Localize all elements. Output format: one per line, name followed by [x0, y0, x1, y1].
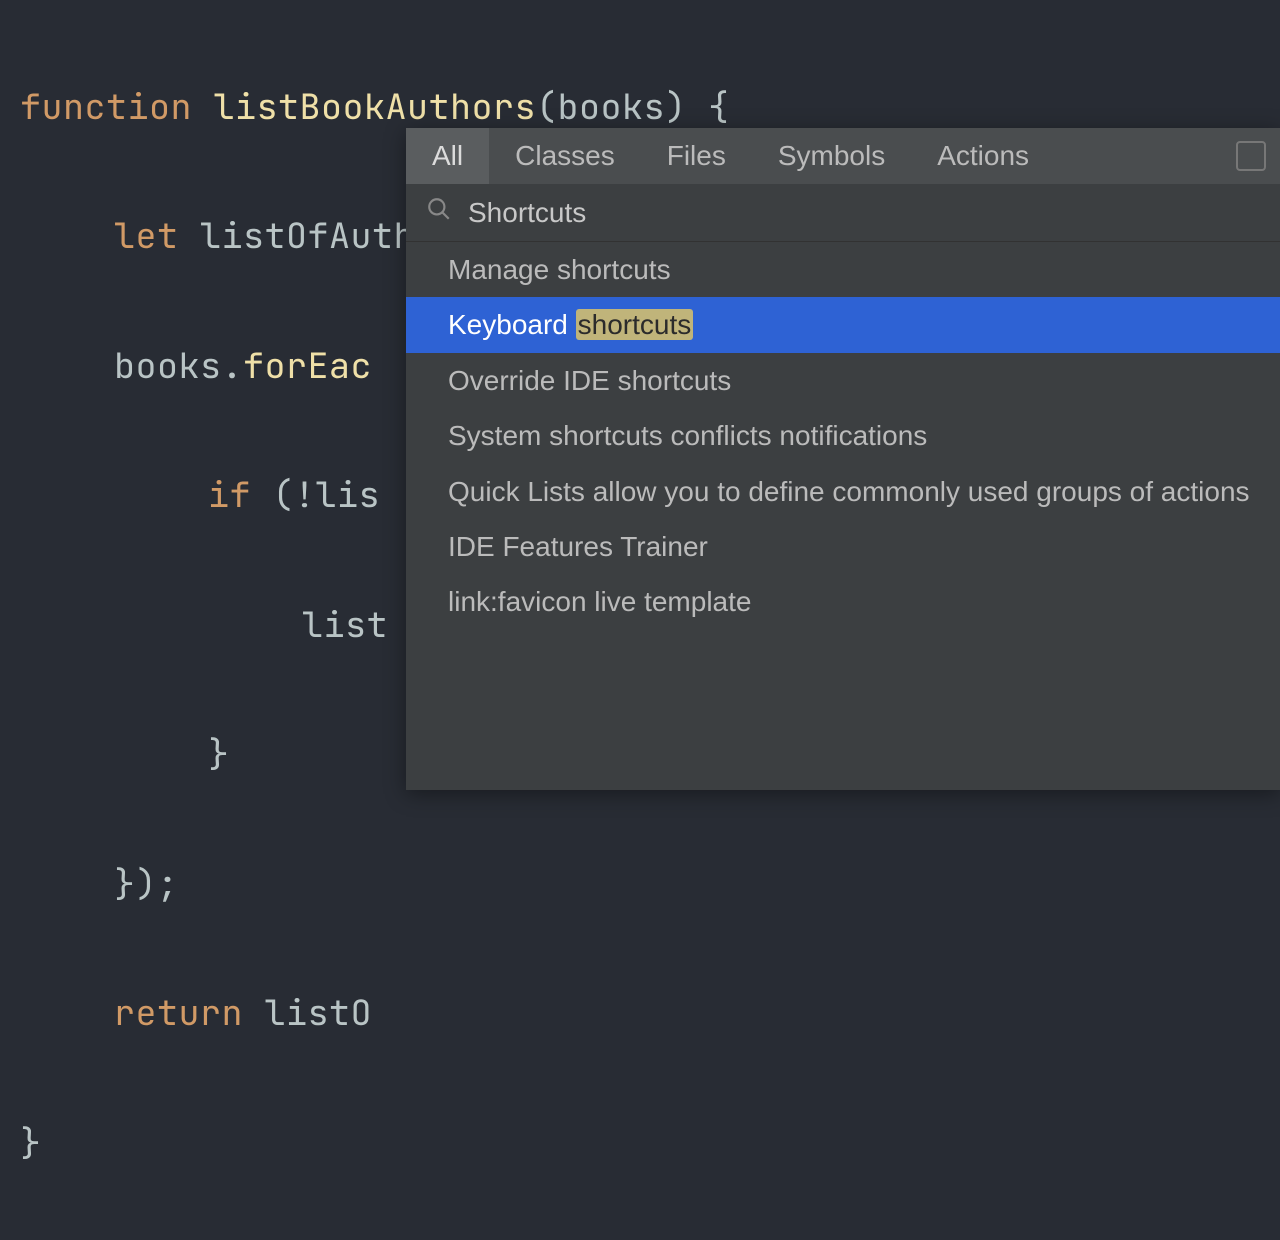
tab-actions[interactable]: Actions	[911, 128, 1055, 184]
include-non-project-checkbox[interactable]	[1236, 141, 1266, 171]
result-item[interactable]: Quick Lists allow you to define commonly…	[406, 464, 1280, 519]
tab-bar: All Classes Files Symbols Actions	[406, 128, 1280, 184]
keyword: if	[208, 471, 251, 518]
results-list: Manage shortcuts Keyboard shortcuts Over…	[406, 242, 1280, 790]
result-highlight: shortcuts	[576, 309, 694, 340]
code-text: }	[20, 1119, 42, 1166]
code-text: }	[208, 730, 230, 777]
result-item[interactable]: IDE Features Trainer	[406, 519, 1280, 574]
method-name: forEac	[243, 342, 372, 389]
results-empty-area	[406, 630, 1280, 790]
code-text: (books) {	[536, 83, 730, 130]
result-prefix: Keyboard	[448, 309, 576, 340]
result-item-selected[interactable]: Keyboard shortcuts	[406, 297, 1280, 352]
code-text: listO	[243, 989, 372, 1036]
tab-symbols[interactable]: Symbols	[752, 128, 911, 184]
keyword: function	[20, 83, 192, 130]
tab-files[interactable]: Files	[641, 128, 752, 184]
result-item[interactable]: System shortcuts conflicts notifications	[406, 408, 1280, 463]
tab-all[interactable]: All	[406, 128, 489, 184]
search-icon	[426, 196, 452, 229]
result-item[interactable]: link:favicon live template	[406, 574, 1280, 629]
result-item[interactable]: Override IDE shortcuts	[406, 353, 1280, 408]
keyword: let	[114, 212, 179, 259]
code-text: books.	[114, 342, 243, 389]
search-everywhere-popup: All Classes Files Symbols Actions Manage…	[406, 128, 1280, 790]
search-input[interactable]	[468, 197, 1260, 229]
code-text: });	[114, 860, 179, 907]
function-name: listBookAuthors	[214, 83, 537, 130]
keyword: return	[114, 989, 243, 1036]
code-text: (!lis	[251, 471, 380, 518]
code-text: list	[302, 601, 388, 648]
result-item[interactable]: Manage shortcuts	[406, 242, 1280, 297]
search-row	[406, 184, 1280, 242]
tab-classes[interactable]: Classes	[489, 128, 641, 184]
